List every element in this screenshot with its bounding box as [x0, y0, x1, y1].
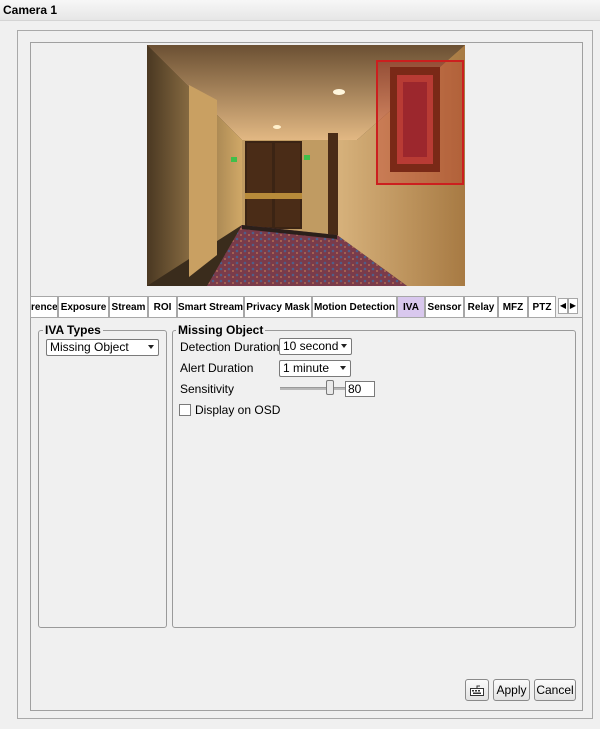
tab-sensor[interactable]: Sensor [425, 296, 464, 317]
sensitivity-slider-thumb[interactable] [326, 380, 335, 395]
alert-duration-select[interactable]: 1 minute [279, 360, 351, 377]
tab-reference[interactable]: rence [30, 296, 58, 317]
tab-mfz[interactable]: MFZ [498, 296, 528, 317]
sensitivity-label: Sensitivity [180, 382, 235, 396]
alert-duration-label: Alert Duration [180, 361, 254, 375]
chevron-down-icon [148, 345, 154, 349]
tab-privacy-mask[interactable]: Privacy Mask [244, 296, 312, 317]
tab-divider [30, 317, 583, 318]
chevron-down-icon [340, 366, 346, 370]
alert-duration-value: 1 minute [283, 361, 330, 375]
detection-duration-label: Detection Duration [180, 340, 280, 354]
iva-type-value: Missing Object [50, 340, 129, 354]
roi-box[interactable] [376, 60, 464, 185]
iva-types-group: IVA Types [38, 323, 167, 628]
iva-types-legend: IVA Types [43, 323, 103, 337]
tab-relay[interactable]: Relay [464, 296, 498, 317]
detection-duration-select[interactable]: 10 second [279, 338, 352, 355]
display-osd-label: Display on OSD [195, 403, 281, 417]
window-title: Camera 1 [3, 3, 58, 17]
tab-smart-stream[interactable]: Smart Stream [177, 296, 244, 317]
tab-scroll-left-icon[interactable]: ◀ [558, 298, 568, 314]
window-titlebar: Camera 1 [0, 0, 600, 21]
tab-ptz[interactable]: PTZ [528, 296, 556, 317]
tab-roi[interactable]: ROI [148, 296, 177, 317]
sensitivity-input[interactable]: 80 [345, 381, 375, 397]
tab-stream[interactable]: Stream [109, 296, 148, 317]
tab-iva[interactable]: IVA [397, 296, 425, 317]
tab-scroll-right-icon[interactable]: ▶ [568, 298, 578, 314]
chevron-down-icon [341, 344, 347, 348]
iva-type-select[interactable]: Missing Object [46, 339, 159, 356]
detection-duration-value: 10 second [283, 339, 339, 353]
tab-motion-detection[interactable]: Motion Detection [312, 296, 397, 317]
sensitivity-slider-track[interactable] [280, 387, 346, 390]
keyboard-icon [470, 685, 484, 696]
apply-button[interactable]: Apply [493, 679, 530, 701]
display-osd-checkbox[interactable] [179, 404, 191, 416]
keyboard-button[interactable] [465, 679, 489, 701]
settings-tabs: rence Exposure Stream ROI Smart Stream P… [30, 296, 586, 318]
cancel-button[interactable]: Cancel [534, 679, 576, 701]
camera-preview[interactable] [147, 45, 465, 286]
hallway-image [147, 45, 465, 286]
tab-exposure[interactable]: Exposure [58, 296, 109, 317]
missing-object-legend: Missing Object [176, 323, 266, 337]
